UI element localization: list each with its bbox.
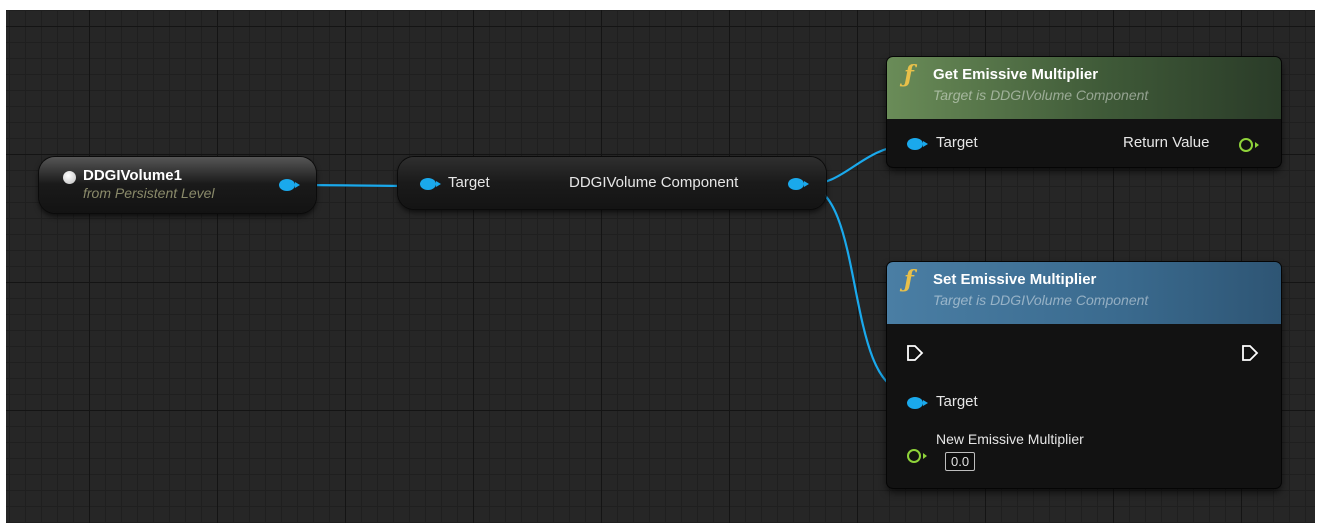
node-subtitle: Target is DDGIVolume Component bbox=[933, 292, 1149, 308]
float-pin-icon[interactable] bbox=[907, 449, 927, 463]
blueprint-graph-canvas[interactable]: DDGIVolume1 from Persistent Level Target… bbox=[6, 10, 1315, 523]
get-component-node[interactable]: Target DDGIVolume Component bbox=[398, 157, 826, 209]
return-value-label: Return Value bbox=[1123, 134, 1210, 151]
new-emissive-multiplier-input[interactable]: 0.0 bbox=[945, 452, 976, 471]
target-input-label: Target bbox=[936, 393, 978, 410]
set-emissive-multiplier-node[interactable]: ƒ Set Emissive Multiplier Target is DDGI… bbox=[887, 262, 1281, 488]
exec-out-pin-icon[interactable] bbox=[1241, 344, 1259, 362]
node-header: ƒ Get Emissive Multiplier Target is DDGI… bbox=[887, 57, 1281, 119]
exec-in-pin-icon[interactable] bbox=[906, 344, 924, 362]
variable-title: DDGIVolume1 bbox=[83, 167, 182, 184]
get-emissive-multiplier-node[interactable]: ƒ Get Emissive Multiplier Target is DDGI… bbox=[887, 57, 1281, 167]
target-input-label: Target bbox=[936, 134, 978, 151]
object-pin-icon[interactable] bbox=[420, 178, 441, 190]
object-pin-icon[interactable] bbox=[907, 138, 928, 150]
component-output-label: DDGIVolume Component bbox=[569, 174, 739, 191]
float-pin-icon[interactable] bbox=[1239, 138, 1259, 152]
new-emissive-multiplier-label: New Emissive Multiplier bbox=[936, 431, 1084, 447]
node-title: Set Emissive Multiplier bbox=[933, 271, 1097, 288]
object-pin-icon[interactable] bbox=[907, 397, 928, 409]
node-header: ƒ Set Emissive Multiplier Target is DDGI… bbox=[887, 262, 1281, 324]
function-icon: ƒ bbox=[904, 61, 914, 88]
volume-variable-node[interactable]: DDGIVolume1 from Persistent Level bbox=[39, 157, 316, 213]
target-input-label: Target bbox=[448, 174, 490, 191]
object-pin-icon[interactable] bbox=[788, 178, 809, 190]
function-icon: ƒ bbox=[904, 266, 914, 293]
variable-subtitle: from Persistent Level bbox=[83, 185, 215, 201]
object-pin-icon[interactable] bbox=[279, 179, 300, 191]
actor-reference-icon bbox=[63, 171, 76, 184]
node-title: Get Emissive Multiplier bbox=[933, 66, 1099, 83]
node-subtitle: Target is DDGIVolume Component bbox=[933, 87, 1149, 103]
